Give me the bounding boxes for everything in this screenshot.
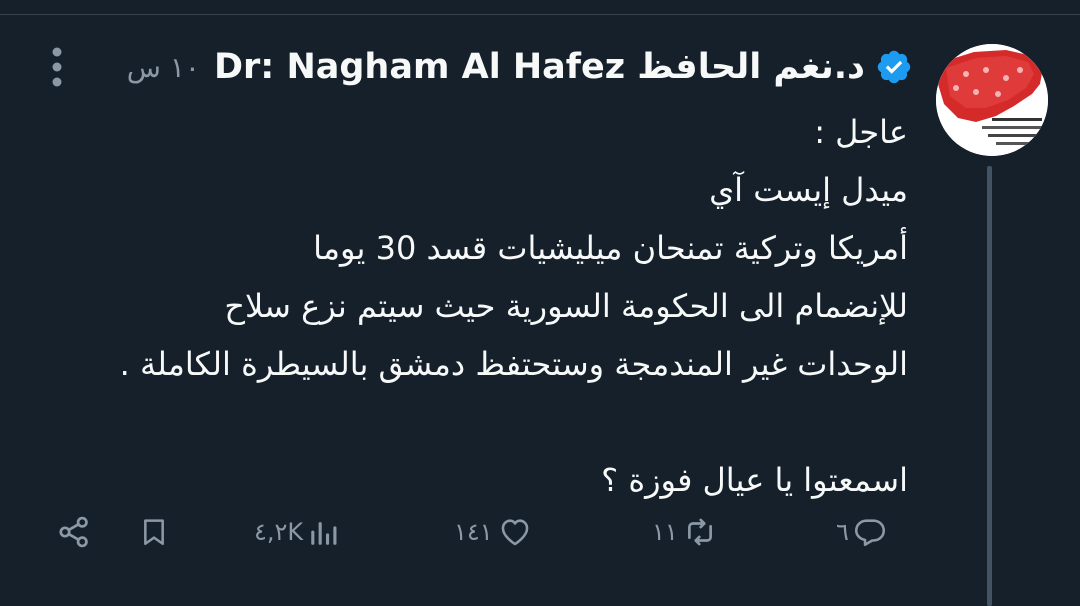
top-divider xyxy=(0,14,1080,15)
more-vertical-icon xyxy=(52,47,62,87)
like-button[interactable]: ١٤١ xyxy=(454,502,533,562)
like-count: ١٤١ xyxy=(454,518,493,546)
tweet-header: د.نغم الحافظ Dr: Nagham Al Hafez ١٠ س xyxy=(127,42,915,92)
reply-button[interactable]: ٦ xyxy=(836,502,887,562)
bookmark-button[interactable] xyxy=(138,502,170,562)
repost-button[interactable]: ١١ xyxy=(652,502,718,562)
share-button[interactable] xyxy=(56,502,92,562)
repost-icon xyxy=(687,518,712,546)
repost-count: ١١ xyxy=(652,518,678,546)
avatar[interactable] xyxy=(936,44,1048,156)
reply-icon xyxy=(854,519,885,547)
tweet-text: عاجل : ميدل إيست آي أمريكا وتركية تمنحان… xyxy=(108,103,908,509)
syria-map-avatar-icon xyxy=(936,44,1048,156)
tweet-line: اسمعتوا يا عيال فوزة ؟ xyxy=(601,461,908,499)
tweet-line: عاجل : xyxy=(814,113,908,151)
verified-badge-icon xyxy=(875,48,913,86)
views-count: ٤,٢K xyxy=(254,518,304,546)
share-icon xyxy=(59,516,88,548)
display-name[interactable]: د.نغم الحافظ Dr: Nagham Al Hafez xyxy=(214,47,865,87)
timestamp[interactable]: ١٠ س xyxy=(127,51,200,84)
views-chart-icon xyxy=(311,522,337,545)
tweet-line: أمريكا وتركية تمنحان ميليشيات قسد 30 يوم… xyxy=(313,229,908,267)
tweet-line: للإنضمام الى الحكومة السورية حيث سيتم نز… xyxy=(224,287,908,325)
action-bar: ٦ ١١ ١٤١ ٤,٢K xyxy=(0,502,1080,562)
heart-icon xyxy=(501,519,528,546)
tweet-line: الوحدات غير المندمجة وستحتفظ دمشق بالسيط… xyxy=(119,345,908,383)
reply-count: ٦ xyxy=(836,518,849,546)
more-button[interactable] xyxy=(44,44,70,90)
tweet-line xyxy=(108,393,908,451)
bookmark-icon xyxy=(144,519,164,545)
views-button[interactable]: ٤,٢K xyxy=(254,502,341,562)
tweet-line: ميدل إيست آي xyxy=(709,171,908,209)
